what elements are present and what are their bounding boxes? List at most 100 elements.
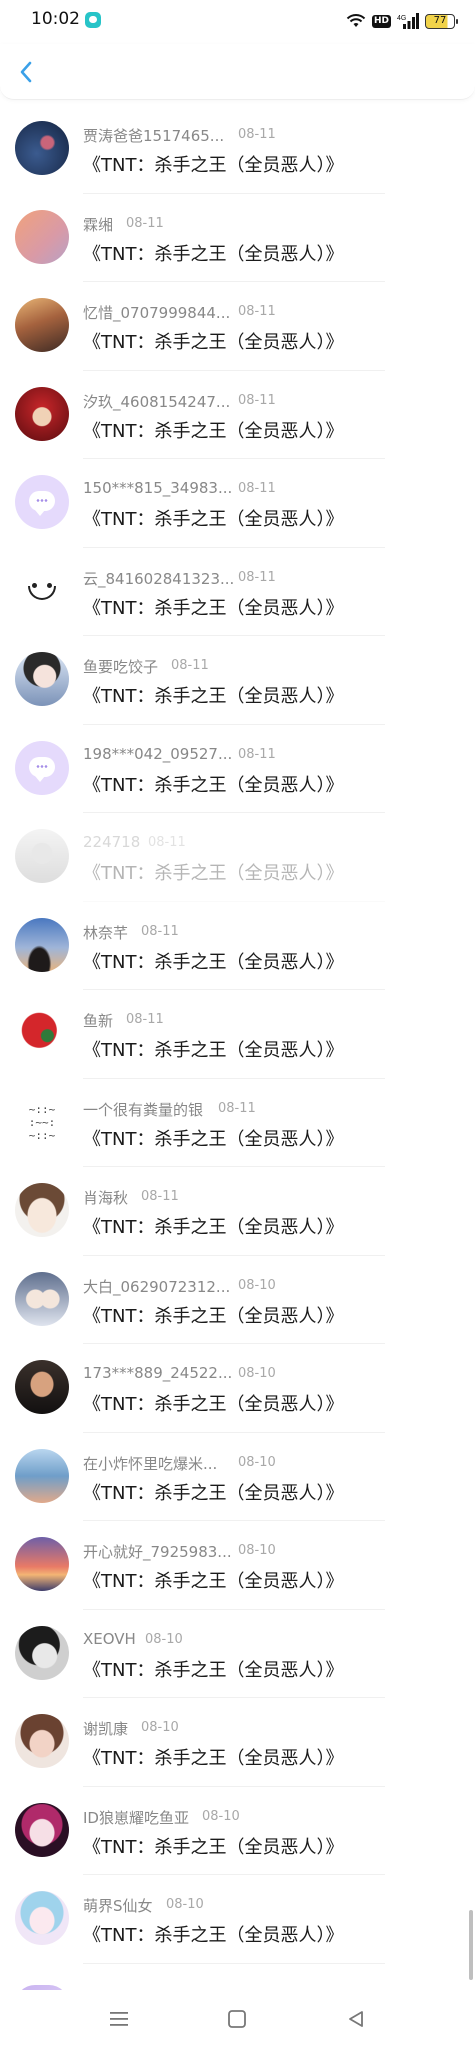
- doodle-scribble: ~::~:~~: ~::~: [28, 1102, 56, 1142]
- list-item[interactable]: ID狼崽耀吃鱼亚 08-10 《TNT：杀手之王（全员恶人）》: [0, 1787, 475, 1875]
- book-title[interactable]: 《TNT：杀手之王（全员恶人）》: [83, 1036, 343, 1062]
- avatar[interactable]: [15, 1714, 69, 1768]
- user-name[interactable]: 224718: [83, 833, 140, 851]
- book-title[interactable]: 《TNT：杀手之王（全员恶人）》: [83, 859, 343, 885]
- book-title[interactable]: 《TNT：杀手之王（全员恶人）》: [83, 948, 343, 974]
- item-date: 08-10: [202, 1808, 240, 1824]
- user-name[interactable]: 谢凯康: [83, 1718, 128, 1739]
- book-title[interactable]: 《TNT：杀手之王（全员恶人）》: [83, 1833, 343, 1859]
- list-item[interactable]: 云_841602841323... 08-11 《TNT：杀手之王（全员恶人）》: [0, 548, 475, 636]
- list-item[interactable]: 汐玖_4608154247... 08-11 《TNT：杀手之王（全员恶人）》: [0, 371, 475, 459]
- home-button[interactable]: [222, 2004, 252, 2034]
- list-item[interactable]: 萌界S仙女 08-10 《TNT：杀手之王（全员恶人）》: [0, 1875, 475, 1964]
- avatar[interactable]: [15, 1183, 69, 1237]
- item-date: 08-11: [218, 1100, 256, 1116]
- user-name[interactable]: ID狼崽耀吃鱼亚: [83, 1807, 189, 1828]
- list-item[interactable]: XEOVH 08-10 《TNT：杀手之王（全员恶人）》: [0, 1610, 475, 1698]
- avatar[interactable]: [15, 1360, 69, 1414]
- item-date: 08-11: [148, 835, 186, 850]
- book-title[interactable]: 《TNT：杀手之王（全员恶人）》: [83, 594, 343, 620]
- list-item[interactable]: 肖海秋 08-11 《TNT：杀手之王（全员恶人）》: [0, 1167, 475, 1256]
- user-name[interactable]: 鱼新: [83, 1010, 113, 1031]
- user-name[interactable]: 云_841602841323...: [83, 568, 234, 589]
- avatar[interactable]: [15, 475, 69, 529]
- user-name[interactable]: 肖海秋: [83, 1187, 128, 1208]
- list-item[interactable]: 鱼新 08-11 《TNT：杀手之王（全员恶人）》: [0, 990, 475, 1079]
- list-item[interactable]: 198***042_09527... 08-11 《TNT：杀手之王（全员恶人）…: [0, 725, 475, 813]
- list-item[interactable]: 忆惜_0707999844... 08-11 《TNT：杀手之王（全员恶人）》: [0, 282, 475, 371]
- avatar[interactable]: [15, 1448, 69, 1503]
- user-name[interactable]: 萌界S仙女: [83, 1895, 153, 1916]
- avatar[interactable]: [15, 1006, 69, 1060]
- nav-back-button[interactable]: [341, 2004, 371, 2034]
- avatar[interactable]: [15, 917, 69, 972]
- list-item[interactable]: 霖缃 08-11 《TNT：杀手之王（全员恶人）》: [0, 194, 475, 282]
- book-title[interactable]: 《TNT：杀手之王（全员恶人）》: [83, 1390, 343, 1416]
- list-item[interactable]: 大白_0629072312... 08-10 《TNT：杀手之王（全员恶人）》: [0, 1256, 475, 1344]
- user-name[interactable]: 忆惜_0707999844...: [83, 302, 230, 323]
- list-item[interactable]: 在小炸怀里吃爆米... 08-10 《TNT：杀手之王（全员恶人）》: [0, 1433, 475, 1521]
- list-item[interactable]: 开心就好_7925983... 08-10 《TNT：杀手之王（全员恶人）》: [0, 1521, 475, 1610]
- menu-button[interactable]: [104, 2004, 134, 2034]
- avatar[interactable]: [15, 298, 69, 352]
- book-title[interactable]: 《TNT：杀手之王（全员恶人）》: [83, 505, 343, 531]
- book-title[interactable]: 《TNT：杀手之王（全员恶人）》: [83, 682, 343, 708]
- avatar[interactable]: [15, 563, 69, 618]
- wifi-icon: [346, 14, 366, 27]
- list-item[interactable]: 224718 08-11 《TNT：杀手之王（全员恶人）》: [0, 813, 475, 902]
- book-title[interactable]: 《TNT：杀手之王（全员恶人）》: [83, 240, 343, 266]
- user-name[interactable]: 林奈芊: [83, 922, 128, 943]
- book-title[interactable]: 《TNT：杀手之王（全员恶人）》: [83, 1213, 343, 1239]
- user-name[interactable]: 173***889_24522...: [83, 1364, 232, 1382]
- list-item[interactable]: 谢凯康 08-10 《TNT：杀手之王（全员恶人）》: [0, 1698, 475, 1787]
- avatar[interactable]: [15, 1625, 69, 1680]
- user-name[interactable]: 一个很有粪量的银: [83, 1099, 203, 1120]
- signal-icon: 4G: [397, 13, 419, 29]
- avatar[interactable]: [15, 1802, 69, 1857]
- user-name[interactable]: XEOVH: [83, 1630, 136, 1648]
- avatar[interactable]: [15, 1537, 69, 1591]
- book-title[interactable]: 《TNT：杀手之王（全员恶人）》: [83, 1125, 343, 1151]
- book-title[interactable]: 《TNT：杀手之王（全员恶人）》: [83, 1744, 343, 1770]
- book-title[interactable]: 《TNT：杀手之王（全员恶人）》: [83, 1302, 343, 1328]
- book-title[interactable]: 《TNT：杀手之王（全员恶人）》: [83, 417, 343, 443]
- avatar[interactable]: [15, 209, 69, 264]
- item-date: 08-11: [238, 481, 276, 496]
- scrollbar-thumb[interactable]: [469, 1910, 473, 1980]
- user-name[interactable]: 汐玖_4608154247...: [83, 391, 230, 412]
- avatar[interactable]: [15, 652, 69, 706]
- list-item[interactable]: 林奈芊 08-11 《TNT：杀手之王（全员恶人）》: [0, 902, 475, 990]
- user-name[interactable]: 大白_0629072312...: [83, 1276, 230, 1297]
- book-title[interactable]: 《TNT：杀手之王（全员恶人）》: [83, 1921, 343, 1947]
- item-date: 08-11: [141, 1189, 179, 1204]
- list-item[interactable]: 173***889_24522... 08-10 《TNT：杀手之王（全员恶人）…: [0, 1344, 475, 1433]
- item-date: 08-11: [126, 215, 164, 231]
- user-name[interactable]: 150***815_34983...: [83, 479, 232, 497]
- list-item[interactable]: ~::~:~~: ~::~ 一个很有粪量的银 08-11 《TNT：杀手之王（全员…: [0, 1079, 475, 1167]
- item-date: 08-11: [126, 1012, 164, 1027]
- user-name[interactable]: 开心就好_7925983...: [83, 1541, 232, 1562]
- avatar[interactable]: [15, 829, 69, 883]
- list-item[interactable]: 鱼要吃饺子 08-11 《TNT：杀手之王（全员恶人）》: [0, 636, 475, 725]
- list-item[interactable]: 贾涛爸爸1517465... 08-11 《TNT：杀手之王（全员恶人）》: [0, 105, 475, 194]
- book-title[interactable]: 《TNT：杀手之王（全员恶人）》: [83, 1567, 343, 1593]
- user-name[interactable]: 鱼要吃饺子: [83, 656, 158, 677]
- avatar[interactable]: [15, 1271, 69, 1326]
- avatar[interactable]: [15, 121, 69, 175]
- book-title[interactable]: 《TNT：杀手之王（全员恶人）》: [83, 1479, 343, 1505]
- avatar[interactable]: ~::~:~~: ~::~: [15, 1094, 69, 1149]
- list-item[interactable]: 150***815_34983... 08-11 《TNT：杀手之王（全员恶人）…: [0, 459, 475, 548]
- avatar[interactable]: [15, 740, 69, 795]
- book-title[interactable]: 《TNT：杀手之王（全员恶人）》: [83, 1656, 343, 1682]
- book-title[interactable]: 《TNT：杀手之王（全员恶人）》: [83, 328, 343, 354]
- user-name[interactable]: 在小炸怀里吃爆米...: [83, 1453, 217, 1474]
- back-button[interactable]: [12, 58, 40, 86]
- user-name[interactable]: 198***042_09527...: [83, 745, 232, 763]
- avatar[interactable]: [15, 386, 69, 441]
- user-name[interactable]: 霖缃: [83, 214, 113, 235]
- avatar[interactable]: [15, 1891, 69, 1945]
- book-title[interactable]: 《TNT：杀手之王（全员恶人）》: [83, 771, 343, 797]
- user-name[interactable]: 贾涛爸爸1517465...: [83, 125, 224, 146]
- item-date: 08-11: [171, 658, 209, 673]
- book-title[interactable]: 《TNT：杀手之王（全员恶人）》: [83, 151, 343, 177]
